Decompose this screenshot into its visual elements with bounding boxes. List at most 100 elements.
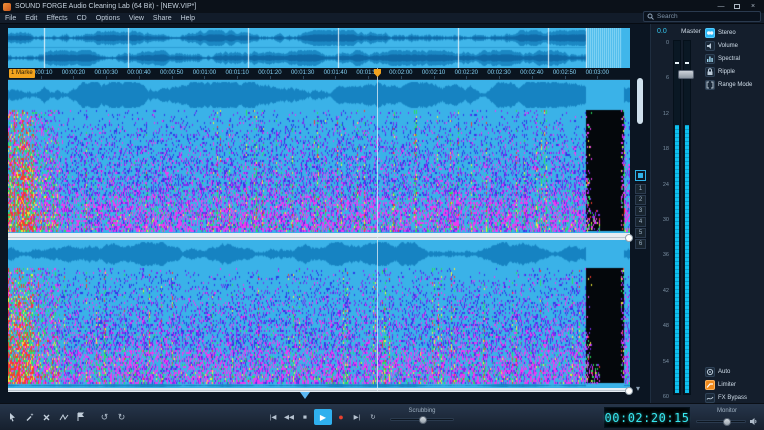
zoom-level-button-4[interactable]: 4	[635, 217, 646, 227]
ruler-tick	[204, 76, 205, 79]
scrubbing-slider-handle[interactable]	[419, 416, 427, 424]
play-button[interactable]: ▶	[314, 409, 332, 425]
meter-scale-label: 12	[663, 111, 669, 117]
search-icon	[647, 13, 654, 20]
menu-file[interactable]: File	[5, 15, 16, 22]
limiter-button[interactable]: Limiter	[705, 378, 764, 391]
window-title: SOUND FORGE Audio Cleaning Lab (64 Bit) …	[15, 3, 196, 10]
playhead-line	[377, 68, 378, 392]
redo-button[interactable]: ↻	[114, 409, 129, 425]
zoom-level-button-6[interactable]: 6	[635, 239, 646, 249]
waveform-overview[interactable]	[8, 28, 630, 68]
limiter-icon	[705, 380, 715, 390]
ruler-tick-label: 00:00:20	[62, 70, 85, 76]
vertical-scrollbar-thumb[interactable]	[637, 78, 643, 124]
speaker-icon	[749, 417, 758, 426]
meter-scale-label: 24	[663, 182, 669, 188]
monitor-label: Monitor	[696, 408, 758, 414]
previous-button[interactable]: ◀◀	[282, 409, 296, 425]
volume-button[interactable]: Volume	[705, 39, 764, 52]
meter-scale-label: 18	[663, 146, 669, 152]
auto-button[interactable]: Auto	[705, 365, 764, 378]
scrubbing-slider[interactable]	[390, 418, 454, 421]
clip-bottom-edge[interactable]	[8, 388, 630, 392]
meter-scale-label: 6	[666, 75, 669, 81]
envelope-tool[interactable]	[56, 409, 71, 425]
timeline-ruler[interactable]: 1 Marke 00:00:1000:00:2000:00:3000:00:40…	[8, 68, 630, 80]
ruler-tick	[303, 76, 304, 79]
zoom-preset-button[interactable]	[635, 170, 646, 181]
ruler-tick	[41, 76, 42, 79]
ruler-tick-label: 00:00:30	[95, 70, 118, 76]
ruler-tick	[172, 76, 173, 79]
monitor-volume-handle[interactable]	[723, 418, 731, 426]
zoom-level-button-2[interactable]: 2	[635, 195, 646, 205]
undo-button[interactable]: ↺	[97, 409, 112, 425]
ripple-button[interactable]: Ripple	[705, 65, 764, 78]
button-label: Limiter	[718, 382, 736, 388]
meter-scale-label: 0	[666, 40, 669, 46]
spectrogram-channel-left[interactable]	[8, 80, 630, 233]
spectral-button[interactable]: Spectral	[705, 52, 764, 65]
level-meter-left	[673, 40, 681, 395]
master-fader-handle[interactable]	[678, 70, 694, 79]
ruler-tick	[434, 76, 435, 79]
delete-tool[interactable]	[39, 409, 54, 425]
menu-cd[interactable]: CD	[77, 15, 87, 22]
menu-view[interactable]: View	[129, 15, 144, 22]
go-to-end-button[interactable]: ▶|	[350, 409, 364, 425]
position-marker-icon[interactable]	[300, 392, 310, 399]
stop-button[interactable]: ■	[298, 409, 312, 425]
meter-scale-label: 30	[663, 217, 669, 223]
ruler-tick-label: 00:02:50	[553, 70, 576, 76]
button-label: Auto	[718, 369, 730, 375]
stereo-icon	[705, 28, 715, 38]
menu-help[interactable]: Help	[181, 15, 195, 22]
menu-share[interactable]: Share	[153, 15, 172, 22]
spectrogram-channel-right[interactable]	[8, 240, 630, 388]
zoom-level-button-5[interactable]: 5	[635, 228, 646, 238]
meter-scale-label: 42	[663, 288, 669, 294]
channel-divider[interactable]	[8, 233, 630, 240]
menu-options[interactable]: Options	[96, 15, 120, 22]
ruler-tick	[466, 76, 467, 79]
stereo-button[interactable]: Stereo	[705, 26, 764, 39]
ruler-tick	[565, 76, 566, 79]
search-input[interactable]: Search	[643, 11, 761, 22]
auto-icon	[705, 367, 715, 377]
ruler-tick-label: 00:02:30	[487, 70, 510, 76]
monitor-volume-slider[interactable]	[696, 420, 746, 423]
ruler-tick-label: 00:01:30	[291, 70, 314, 76]
button-label: FX Bypass	[718, 395, 747, 401]
time-display: 00:02:20:15	[604, 407, 690, 428]
marker-tag[interactable]: 1 Marke	[9, 69, 35, 78]
ruler-tick-label: 00:03:00	[586, 70, 609, 76]
app-logo-icon	[3, 3, 11, 11]
zoom-level-button-1[interactable]: 1	[635, 184, 646, 194]
meter-scale: 06121824303642485460	[651, 40, 671, 395]
wand-tool[interactable]	[22, 409, 37, 425]
range-mode-button[interactable]: Range Mode	[705, 78, 764, 91]
marker-tool[interactable]	[73, 409, 88, 425]
ruler-tick	[368, 76, 369, 79]
ruler-tick-label: 00:01:00	[193, 70, 216, 76]
zoom-level-button-3[interactable]: 3	[635, 206, 646, 216]
scroll-down-icon[interactable]: ▾	[636, 384, 640, 393]
ruler-tick-label: 00:00:50	[160, 70, 183, 76]
menu-edit[interactable]: Edit	[25, 15, 37, 22]
monitor-control: Monitor	[696, 408, 758, 426]
record-button[interactable]: ●	[334, 409, 348, 425]
pointer-tool[interactable]	[5, 409, 20, 425]
time-display-value: 00:02:20:15	[605, 411, 690, 425]
ruler-tick	[335, 76, 336, 79]
ruler-tick-label: 00:00:40	[127, 70, 150, 76]
app-window: SOUND FORGE Audio Cleaning Lab (64 Bit) …	[0, 0, 764, 430]
loop-button[interactable]: ↻	[366, 409, 380, 425]
ruler-tick	[401, 76, 402, 79]
menu-effects[interactable]: Effects	[46, 15, 67, 22]
go-to-start-button[interactable]: |◀	[266, 409, 280, 425]
master-panel: 0.0 Master 06121824303642485460 StereoVo…	[650, 24, 764, 403]
ruler-tick-label: 00:01:20	[258, 70, 281, 76]
ruler-tick-label: 00:01:10	[225, 70, 248, 76]
scrubbing-label: Scrubbing	[390, 408, 454, 414]
